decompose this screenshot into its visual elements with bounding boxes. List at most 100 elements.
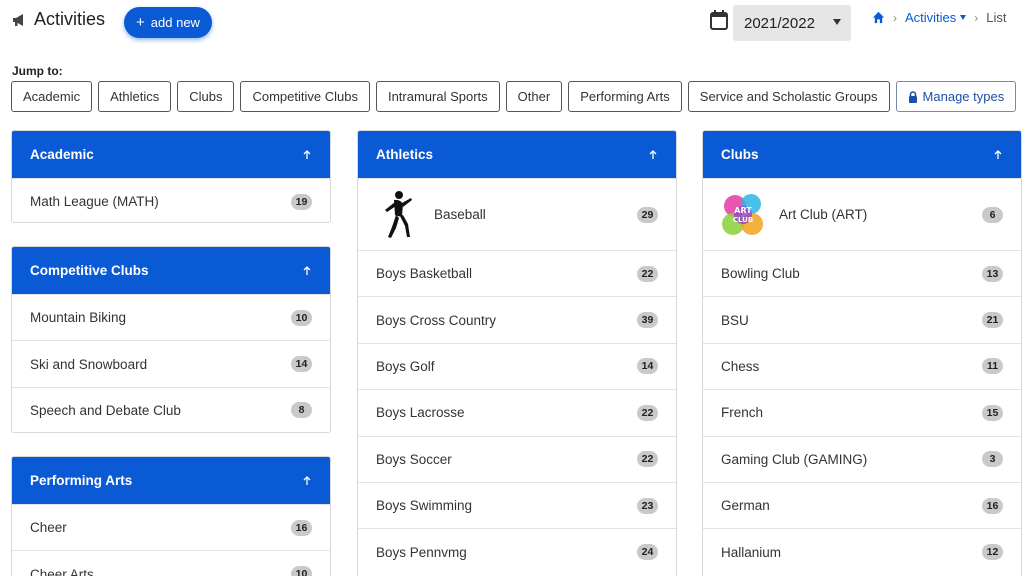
- activity-name: Speech and Debate Club: [30, 402, 181, 418]
- count-badge: 23: [637, 497, 658, 514]
- count-badge: 24: [637, 544, 658, 561]
- manage-types-label: Manage types: [922, 89, 1005, 104]
- list-item[interactable]: Gaming Club (GAMING) 3: [703, 435, 1021, 482]
- panel-header-performing-arts[interactable]: Performing Arts: [12, 457, 330, 504]
- svg-text:ART: ART: [734, 206, 752, 215]
- panel-title: Academic: [30, 147, 94, 162]
- year-value: 2021/2022: [744, 14, 815, 32]
- baseball-player-icon: [376, 190, 420, 240]
- count-badge: 29: [637, 206, 658, 223]
- list-item[interactable]: Boys Pennvmg 24: [358, 528, 676, 574]
- count-badge: 21: [982, 312, 1003, 329]
- count-badge: 10: [291, 566, 312, 576]
- art-club-logo: ART CLUB: [721, 190, 765, 240]
- caret-down-icon: [960, 15, 967, 20]
- activity-name: French: [721, 405, 764, 421]
- count-badge: 14: [637, 358, 658, 375]
- lock-icon: [908, 90, 917, 103]
- arrow-up-icon[interactable]: [302, 265, 312, 276]
- list-item[interactable]: Speech and Debate Club 8: [12, 386, 330, 432]
- list-item[interactable]: Math League (MATH) 19: [12, 178, 330, 222]
- page-header: Activities: [12, 9, 105, 30]
- activity-name: Boys Pennvmg: [376, 544, 467, 560]
- arrow-up-icon[interactable]: [302, 475, 312, 486]
- activity-name: Ski and Snowboard: [30, 356, 148, 372]
- breadcrumb-current: List: [986, 10, 1007, 25]
- panel-header-academic[interactable]: Academic: [12, 131, 330, 178]
- panel-header-athletics[interactable]: Athletics: [358, 131, 676, 178]
- jump-competitive-clubs-button[interactable]: Competitive Clubs: [240, 81, 370, 112]
- activity-name: Mountain Biking: [30, 310, 127, 326]
- list-item[interactable]: Bowling Club 13: [703, 250, 1021, 296]
- activity-name: Hallanium: [721, 544, 782, 560]
- list-item[interactable]: Boys Cross Country 39: [358, 296, 676, 342]
- panel-title: Performing Arts: [30, 473, 133, 488]
- activity-name: Art Club (ART): [779, 207, 868, 222]
- panel-clubs: Clubs ART CLUB Art Club (ART) 6 Bowling …: [702, 130, 1022, 576]
- activity-name: Math League (MATH): [30, 194, 159, 210]
- list-item[interactable]: Boys Basketball 22: [358, 250, 676, 296]
- count-badge: 10: [291, 309, 312, 326]
- activity-name: Boys Golf: [376, 358, 435, 374]
- activity-name: Boys Soccer: [376, 451, 452, 467]
- activity-name: Chess: [721, 358, 760, 374]
- jump-performing-arts-button[interactable]: Performing Arts: [568, 81, 682, 112]
- panel-title: Athletics: [376, 147, 434, 162]
- breadcrumb-separator: ›: [893, 10, 897, 25]
- panel-academic: Academic Math League (MATH) 19: [11, 130, 331, 223]
- jump-to-label: Jump to:: [12, 64, 63, 78]
- list-item[interactable]: Baseball 29: [358, 178, 676, 250]
- count-badge: 19: [291, 193, 312, 210]
- chevron-down-icon: [833, 19, 841, 25]
- list-item[interactable]: French 15: [703, 389, 1021, 435]
- panel-title: Clubs: [721, 147, 759, 162]
- activity-name: Boys Lacrosse: [376, 405, 465, 421]
- count-badge: 39: [637, 312, 658, 329]
- list-item[interactable]: ART CLUB Art Club (ART) 6: [703, 178, 1021, 250]
- activity-name: Cheer Arts: [30, 566, 94, 576]
- list-item[interactable]: Boys Soccer 22: [358, 435, 676, 482]
- svg-text:CLUB: CLUB: [733, 216, 753, 224]
- count-badge: 22: [637, 451, 658, 468]
- add-new-button[interactable]: + add new: [124, 7, 212, 38]
- home-icon[interactable]: [872, 11, 885, 24]
- jump-athletics-button[interactable]: Athletics: [98, 81, 172, 112]
- activity-name: Boys Cross Country: [376, 312, 497, 328]
- panel-header-clubs[interactable]: Clubs: [703, 131, 1021, 178]
- list-item[interactable]: Boys Swimming 23: [358, 481, 676, 528]
- list-item[interactable]: Boys Lacrosse 22: [358, 389, 676, 435]
- arrow-up-icon[interactable]: [648, 149, 658, 160]
- activity-name: Boys Basketball: [376, 266, 473, 282]
- activity-name: Gaming Club (GAMING): [721, 451, 868, 467]
- panel-competitive-clubs: Competitive Clubs Mountain Biking 10 Ski…: [11, 246, 331, 433]
- breadcrumb-activities-link[interactable]: Activities: [905, 10, 967, 25]
- panel-title: Competitive Clubs: [30, 263, 149, 278]
- jump-other-button[interactable]: Other: [505, 81, 563, 112]
- megaphone-icon: [13, 13, 23, 26]
- jump-clubs-button[interactable]: Clubs: [177, 81, 235, 112]
- arrow-up-icon[interactable]: [302, 149, 312, 160]
- list-item[interactable]: Chess 11: [703, 342, 1021, 389]
- list-item[interactable]: Mountain Biking 10: [12, 294, 330, 340]
- manage-types-button[interactable]: Manage types: [895, 81, 1017, 112]
- count-badge: 22: [637, 404, 658, 421]
- jump-to-buttons: Academic Athletics Clubs Competitive Clu…: [11, 81, 1017, 112]
- arrow-up-icon[interactable]: [993, 149, 1003, 160]
- list-item[interactable]: Cheer Arts 10: [12, 550, 330, 576]
- jump-service-scholastic-button[interactable]: Service and Scholastic Groups: [687, 81, 890, 112]
- breadcrumb-separator: ›: [974, 10, 979, 25]
- count-badge: 12: [982, 544, 1003, 561]
- breadcrumb: › Activities › List: [872, 10, 1007, 25]
- plus-icon: +: [136, 14, 145, 31]
- count-badge: 3: [982, 451, 1003, 468]
- list-item[interactable]: Cheer 16: [12, 504, 330, 550]
- list-item[interactable]: Boys Golf 14: [358, 342, 676, 389]
- jump-intramural-sports-button[interactable]: Intramural Sports: [375, 81, 500, 112]
- list-item[interactable]: BSU 21: [703, 296, 1021, 342]
- year-select[interactable]: 2021/2022: [733, 5, 851, 41]
- jump-academic-button[interactable]: Academic: [11, 81, 93, 112]
- list-item[interactable]: Ski and Snowboard 14: [12, 340, 330, 386]
- list-item[interactable]: Hallanium 12: [703, 528, 1021, 574]
- panel-header-competitive-clubs[interactable]: Competitive Clubs: [12, 247, 330, 294]
- list-item[interactable]: German 16: [703, 481, 1021, 528]
